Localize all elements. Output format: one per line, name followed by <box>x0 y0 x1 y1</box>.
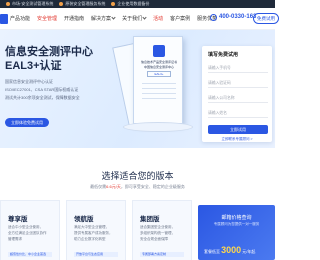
hero-desc-line: ISO/IEC27001、CSA STAR国际权威认证 <box>5 87 79 92</box>
plan-name: 领航版 <box>74 216 94 223</box>
announcement-icon <box>111 1 116 6</box>
plan-badge: 专属部署方案定制 <box>140 252 184 257</box>
form-title: 填写免费试用 <box>208 52 239 58</box>
promo-title: 邮箱价格查询 <box>221 215 252 221</box>
section-desc: 最低仅需6.6元/天，即可享受安全、稳定的企业级服务 <box>0 184 275 190</box>
desc-prefix: 最低仅需 <box>90 184 107 189</box>
nav-item-guide[interactable]: 开通指南 <box>64 15 84 22</box>
certificate-title: 信息技术产品安全测评证书 <box>140 60 177 64</box>
plan-card[interactable]: 尊享版 适合中小型企业使用， 全方位满足企业团队协作 管理需求 超值性价比，中小… <box>0 200 60 260</box>
certificate-line <box>142 83 176 84</box>
nav-item-cases[interactable]: 客户案例 <box>170 15 190 22</box>
certificate-level: EAL3+ <box>147 71 171 77</box>
emblem-icon <box>153 45 165 57</box>
plan-desc-line: 管理需求 <box>8 237 22 241</box>
nav-item-about[interactable]: 关于我们 <box>122 15 147 22</box>
chevron-down-icon <box>111 15 116 20</box>
promo-price-row: 套餐低至 3000 元/年起 <box>204 245 255 255</box>
nav-item-label: 解决方案 <box>91 16 112 22</box>
company-field[interactable]: 请输入公司名称 <box>208 94 268 103</box>
code-field[interactable]: 请输入验证码 <box>208 79 268 88</box>
certificate-subtitle: 中国信息安全测评中心 <box>143 65 174 69</box>
hero-cta-button[interactable]: 立即体验免费试用 <box>5 118 49 127</box>
plan-desc-line: 适合中小型企业使用， <box>8 225 43 229</box>
announcement-item[interactable]: 市场·安全测试管理系统 <box>6 0 53 8</box>
nav-menu: 产品功能 安全管理 开通指南 解决方案 关于我们 活动 客户案例 服务优势 <box>10 15 217 22</box>
plan-card[interactable]: 集团版 适合集团型企业使用， 多组织架构统一管理， 安全合规全面保障 专属部署方… <box>132 200 192 260</box>
hero-subtitle: EAL3+认证 <box>5 60 62 72</box>
announcement-icon <box>59 1 64 6</box>
contact-link[interactable]: 立即联系专属顾问 > <box>202 137 272 142</box>
announcement-item[interactable]: 企业使用数据备份 <box>111 0 149 8</box>
plan-card[interactable]: 领航版 满足大中型企业管理， 提供专属客户成功服务， 助力企业数字化转型 开放平… <box>66 200 126 260</box>
hero-desc-line: 测试共计300余项安全测试，保障数据安全 <box>5 95 80 100</box>
certificate-pedestal <box>123 122 193 132</box>
nav-item-label: 关于我们 <box>122 16 143 22</box>
price-prefix: 套餐低至 <box>204 249 220 254</box>
submit-button[interactable]: 立即试用 <box>208 125 268 134</box>
announcement-bar: 市场·安全测试管理系统 原装安全管理服务系统 企业使用数据备份 <box>0 0 275 8</box>
plan-desc-line: 安全合规全面保障 <box>140 237 168 241</box>
logo[interactable] <box>0 13 8 24</box>
phone-number[interactable]: 400-0330-163 <box>219 14 256 20</box>
plan-desc-line: 助力企业数字化转型 <box>74 237 106 241</box>
plan-name: 集团版 <box>140 216 160 223</box>
trial-form: 填写免费试用 请输入手机号 请输入验证码 请输入公司名称 请输入姓名 立即试用 … <box>202 46 272 142</box>
promo-price: 3000 <box>221 245 242 255</box>
plan-desc-line: 适合集团型企业使用， <box>140 225 175 229</box>
certificate-line <box>142 88 176 89</box>
name-field[interactable]: 请输入姓名 <box>208 109 268 118</box>
price-suffix: 元/年起 <box>242 249 256 254</box>
nav-item-security[interactable]: 安全管理 <box>37 15 57 22</box>
phone-field[interactable]: 请输入手机号 <box>208 64 268 73</box>
announcement-item[interactable]: 原装安全管理服务系统 <box>59 0 105 8</box>
hero-desc-line: 国家信息安全测评中心认证 <box>5 79 53 84</box>
phone-icon <box>210 14 217 21</box>
promo-subtitle: 专属顾问为您提供一对一服务 <box>213 222 260 226</box>
nav-item-features[interactable]: 产品功能 <box>10 15 30 22</box>
price-promo-card[interactable]: 邮箱价格查询 专属顾问为您提供一对一服务 套餐低至 3000 元/年起 <box>198 205 275 260</box>
announcement-icon <box>6 1 10 6</box>
plan-desc-line: 满足大中型企业管理， <box>74 225 109 229</box>
nav-item-solutions[interactable]: 解决方案 <box>91 15 116 22</box>
plan-badge: 开放平台与生态应用 <box>74 252 118 257</box>
section-title: 选择适合您的版本 <box>101 171 174 181</box>
certificate-line <box>142 98 176 99</box>
plan-desc-line: 全方位满足企业团队协作 <box>8 231 47 235</box>
plan-desc-line: 多组织架构统一管理， <box>140 231 175 235</box>
plan-desc-line: 提供专属客户成功服务， <box>74 231 113 235</box>
plan-badge: 超值性价比，中小企业首选 <box>8 252 52 257</box>
main-nav: 产品功能 安全管理 开通指南 解决方案 关于我们 活动 客户案例 服务优势 40… <box>0 8 279 30</box>
nav-item-activity[interactable]: 活动 <box>153 15 163 22</box>
desc-suffix: ，即可享受安全、稳定的企业级服务 <box>120 184 185 189</box>
free-trial-button[interactable]: 免费试用 <box>253 13 279 24</box>
plan-name: 尊享版 <box>8 216 28 223</box>
certificate-image: 信息技术产品安全测评证书 中国信息安全测评中心 EAL3+ <box>133 36 183 124</box>
desc-price: 6.6元/天 <box>106 184 121 189</box>
certificate-line <box>142 93 176 94</box>
chevron-down-icon <box>142 15 147 20</box>
